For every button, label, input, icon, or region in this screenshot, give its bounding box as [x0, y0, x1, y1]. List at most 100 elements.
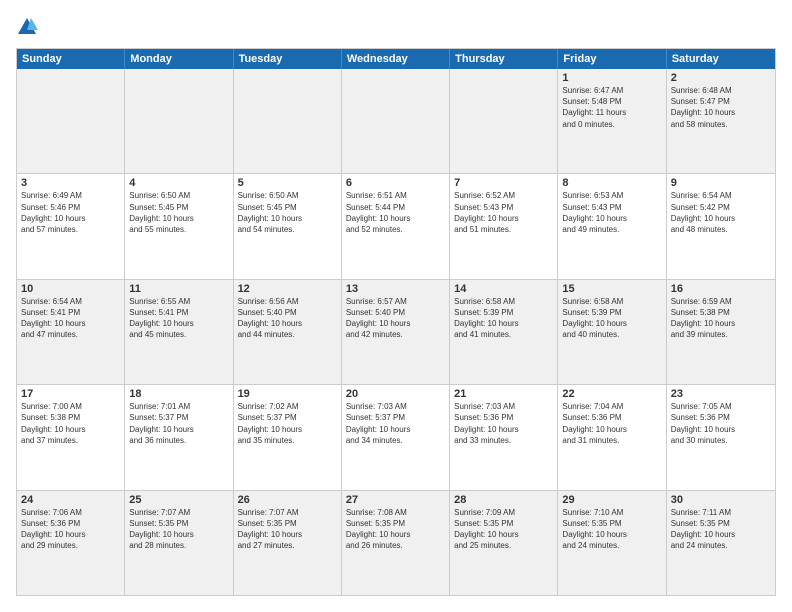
day-info: Sunrise: 7:10 AM Sunset: 5:35 PM Dayligh… [562, 507, 661, 552]
day-number: 20 [346, 388, 445, 400]
day-number: 11 [129, 283, 228, 295]
cal-cell-r1-c5: 8Sunrise: 6:53 AM Sunset: 5:43 PM Daylig… [558, 174, 666, 278]
day-info: Sunrise: 6:53 AM Sunset: 5:43 PM Dayligh… [562, 190, 661, 235]
day-number: 26 [238, 494, 337, 506]
calendar-body: 1Sunrise: 6:47 AM Sunset: 5:48 PM Daylig… [17, 69, 775, 595]
day-info: Sunrise: 6:56 AM Sunset: 5:40 PM Dayligh… [238, 296, 337, 341]
cal-cell-r1-c2: 5Sunrise: 6:50 AM Sunset: 5:45 PM Daylig… [234, 174, 342, 278]
day-number: 25 [129, 494, 228, 506]
day-info: Sunrise: 6:51 AM Sunset: 5:44 PM Dayligh… [346, 190, 445, 235]
weekday-header-tuesday: Tuesday [234, 49, 342, 69]
cal-cell-r4-c0: 24Sunrise: 7:06 AM Sunset: 5:36 PM Dayli… [17, 491, 125, 595]
cal-cell-r4-c1: 25Sunrise: 7:07 AM Sunset: 5:35 PM Dayli… [125, 491, 233, 595]
calendar-row-2: 10Sunrise: 6:54 AM Sunset: 5:41 PM Dayli… [17, 280, 775, 385]
cal-cell-r4-c6: 30Sunrise: 7:11 AM Sunset: 5:35 PM Dayli… [667, 491, 775, 595]
day-number: 3 [21, 177, 120, 189]
day-info: Sunrise: 7:09 AM Sunset: 5:35 PM Dayligh… [454, 507, 553, 552]
weekday-header-monday: Monday [125, 49, 233, 69]
day-number: 28 [454, 494, 553, 506]
cal-cell-r0-c1 [125, 69, 233, 173]
cal-cell-r3-c0: 17Sunrise: 7:00 AM Sunset: 5:38 PM Dayli… [17, 385, 125, 489]
day-number: 21 [454, 388, 553, 400]
day-number: 4 [129, 177, 228, 189]
cal-cell-r1-c1: 4Sunrise: 6:50 AM Sunset: 5:45 PM Daylig… [125, 174, 233, 278]
day-info: Sunrise: 6:50 AM Sunset: 5:45 PM Dayligh… [238, 190, 337, 235]
day-number: 12 [238, 283, 337, 295]
logo-icon [16, 16, 38, 38]
day-info: Sunrise: 7:08 AM Sunset: 5:35 PM Dayligh… [346, 507, 445, 552]
weekday-header-friday: Friday [558, 49, 666, 69]
cal-cell-r1-c6: 9Sunrise: 6:54 AM Sunset: 5:42 PM Daylig… [667, 174, 775, 278]
day-number: 24 [21, 494, 120, 506]
day-info: Sunrise: 7:03 AM Sunset: 5:37 PM Dayligh… [346, 401, 445, 446]
day-info: Sunrise: 7:04 AM Sunset: 5:36 PM Dayligh… [562, 401, 661, 446]
cal-cell-r3-c2: 19Sunrise: 7:02 AM Sunset: 5:37 PM Dayli… [234, 385, 342, 489]
day-number: 2 [671, 72, 771, 84]
weekday-header-sunday: Sunday [17, 49, 125, 69]
day-number: 9 [671, 177, 771, 189]
day-info: Sunrise: 6:57 AM Sunset: 5:40 PM Dayligh… [346, 296, 445, 341]
day-info: Sunrise: 6:48 AM Sunset: 5:47 PM Dayligh… [671, 85, 771, 130]
logo [16, 16, 40, 38]
day-info: Sunrise: 7:02 AM Sunset: 5:37 PM Dayligh… [238, 401, 337, 446]
day-number: 27 [346, 494, 445, 506]
day-number: 23 [671, 388, 771, 400]
cal-cell-r2-c2: 12Sunrise: 6:56 AM Sunset: 5:40 PM Dayli… [234, 280, 342, 384]
day-info: Sunrise: 6:47 AM Sunset: 5:48 PM Dayligh… [562, 85, 661, 130]
day-info: Sunrise: 7:05 AM Sunset: 5:36 PM Dayligh… [671, 401, 771, 446]
cal-cell-r2-c0: 10Sunrise: 6:54 AM Sunset: 5:41 PM Dayli… [17, 280, 125, 384]
day-info: Sunrise: 6:54 AM Sunset: 5:42 PM Dayligh… [671, 190, 771, 235]
cal-cell-r0-c0 [17, 69, 125, 173]
calendar-row-0: 1Sunrise: 6:47 AM Sunset: 5:48 PM Daylig… [17, 69, 775, 174]
day-info: Sunrise: 6:50 AM Sunset: 5:45 PM Dayligh… [129, 190, 228, 235]
calendar-row-3: 17Sunrise: 7:00 AM Sunset: 5:38 PM Dayli… [17, 385, 775, 490]
cal-cell-r2-c5: 15Sunrise: 6:58 AM Sunset: 5:39 PM Dayli… [558, 280, 666, 384]
day-number: 10 [21, 283, 120, 295]
day-info: Sunrise: 6:58 AM Sunset: 5:39 PM Dayligh… [454, 296, 553, 341]
day-info: Sunrise: 6:58 AM Sunset: 5:39 PM Dayligh… [562, 296, 661, 341]
cal-cell-r2-c1: 11Sunrise: 6:55 AM Sunset: 5:41 PM Dayli… [125, 280, 233, 384]
day-number: 5 [238, 177, 337, 189]
day-number: 16 [671, 283, 771, 295]
day-number: 18 [129, 388, 228, 400]
day-number: 7 [454, 177, 553, 189]
day-info: Sunrise: 7:01 AM Sunset: 5:37 PM Dayligh… [129, 401, 228, 446]
page: SundayMondayTuesdayWednesdayThursdayFrid… [0, 0, 792, 612]
cal-cell-r3-c1: 18Sunrise: 7:01 AM Sunset: 5:37 PM Dayli… [125, 385, 233, 489]
day-number: 19 [238, 388, 337, 400]
cal-cell-r0-c5: 1Sunrise: 6:47 AM Sunset: 5:48 PM Daylig… [558, 69, 666, 173]
day-number: 15 [562, 283, 661, 295]
day-info: Sunrise: 6:49 AM Sunset: 5:46 PM Dayligh… [21, 190, 120, 235]
cal-cell-r1-c0: 3Sunrise: 6:49 AM Sunset: 5:46 PM Daylig… [17, 174, 125, 278]
calendar-row-4: 24Sunrise: 7:06 AM Sunset: 5:36 PM Dayli… [17, 491, 775, 595]
day-info: Sunrise: 6:55 AM Sunset: 5:41 PM Dayligh… [129, 296, 228, 341]
day-info: Sunrise: 7:07 AM Sunset: 5:35 PM Dayligh… [129, 507, 228, 552]
day-number: 17 [21, 388, 120, 400]
cal-cell-r3-c4: 21Sunrise: 7:03 AM Sunset: 5:36 PM Dayli… [450, 385, 558, 489]
cal-cell-r4-c3: 27Sunrise: 7:08 AM Sunset: 5:35 PM Dayli… [342, 491, 450, 595]
day-number: 14 [454, 283, 553, 295]
day-number: 13 [346, 283, 445, 295]
cal-cell-r4-c4: 28Sunrise: 7:09 AM Sunset: 5:35 PM Dayli… [450, 491, 558, 595]
day-info: Sunrise: 7:03 AM Sunset: 5:36 PM Dayligh… [454, 401, 553, 446]
day-number: 1 [562, 72, 661, 84]
cal-cell-r3-c3: 20Sunrise: 7:03 AM Sunset: 5:37 PM Dayli… [342, 385, 450, 489]
weekday-header-thursday: Thursday [450, 49, 558, 69]
day-info: Sunrise: 6:59 AM Sunset: 5:38 PM Dayligh… [671, 296, 771, 341]
cal-cell-r1-c4: 7Sunrise: 6:52 AM Sunset: 5:43 PM Daylig… [450, 174, 558, 278]
day-info: Sunrise: 7:11 AM Sunset: 5:35 PM Dayligh… [671, 507, 771, 552]
cal-cell-r4-c2: 26Sunrise: 7:07 AM Sunset: 5:35 PM Dayli… [234, 491, 342, 595]
header [16, 16, 776, 38]
cal-cell-r0-c4 [450, 69, 558, 173]
cal-cell-r2-c4: 14Sunrise: 6:58 AM Sunset: 5:39 PM Dayli… [450, 280, 558, 384]
day-number: 29 [562, 494, 661, 506]
day-number: 30 [671, 494, 771, 506]
day-number: 8 [562, 177, 661, 189]
cal-cell-r3-c5: 22Sunrise: 7:04 AM Sunset: 5:36 PM Dayli… [558, 385, 666, 489]
cal-cell-r2-c6: 16Sunrise: 6:59 AM Sunset: 5:38 PM Dayli… [667, 280, 775, 384]
cal-cell-r0-c6: 2Sunrise: 6:48 AM Sunset: 5:47 PM Daylig… [667, 69, 775, 173]
calendar: SundayMondayTuesdayWednesdayThursdayFrid… [16, 48, 776, 596]
day-number: 6 [346, 177, 445, 189]
cal-cell-r0-c2 [234, 69, 342, 173]
day-info: Sunrise: 7:00 AM Sunset: 5:38 PM Dayligh… [21, 401, 120, 446]
